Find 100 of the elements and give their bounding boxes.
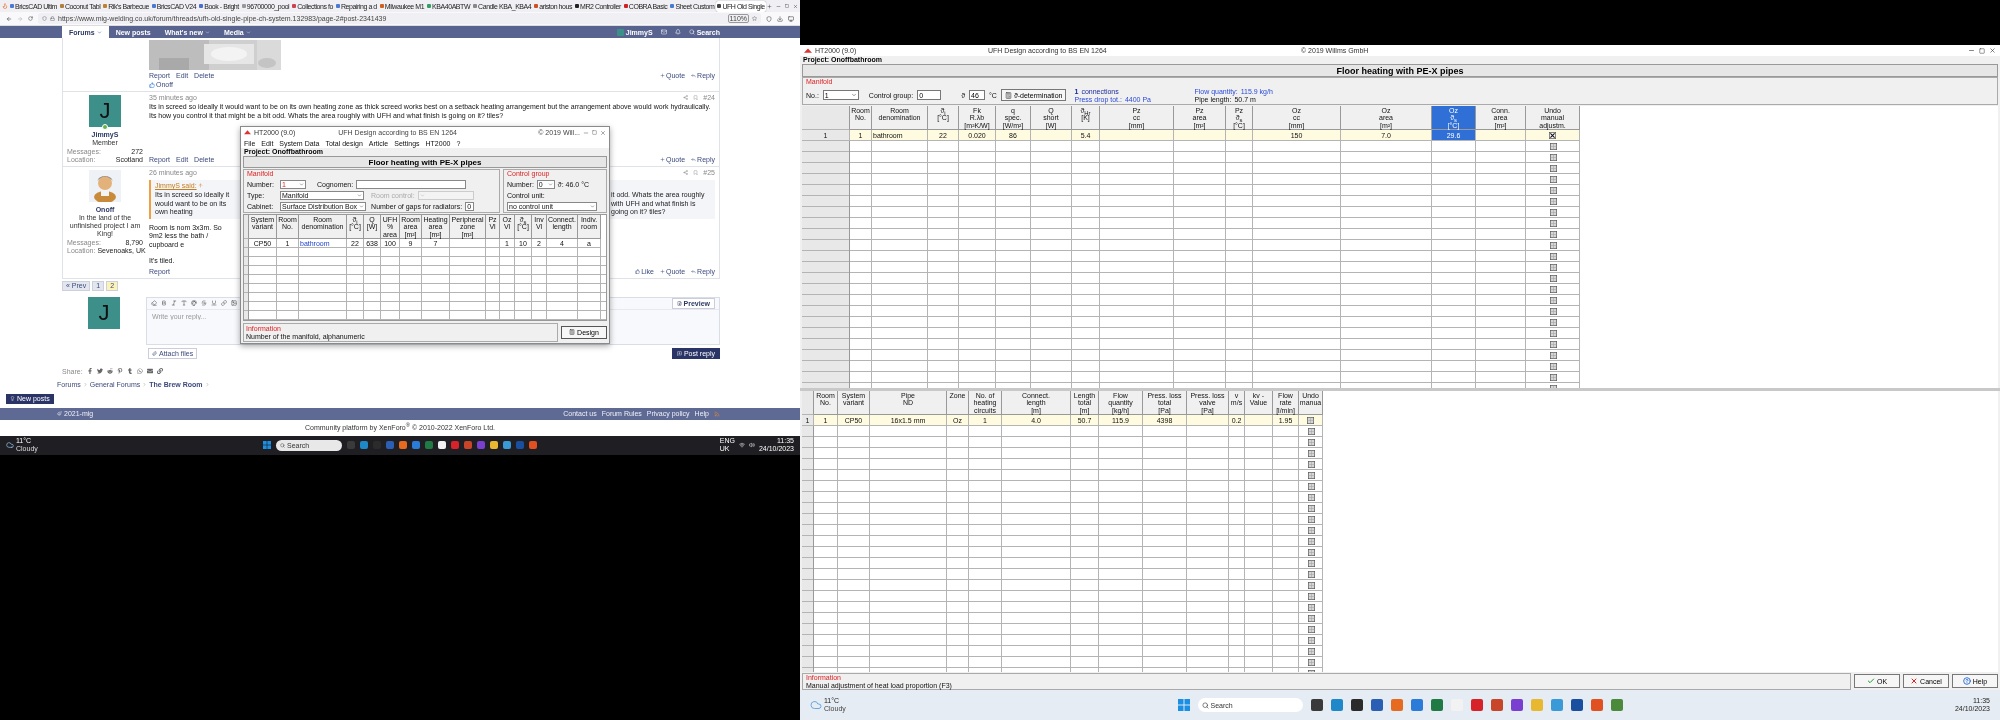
new-tab-icon[interactable] bbox=[766, 3, 772, 9]
reddit-icon[interactable] bbox=[106, 368, 113, 374]
checkbox-icon[interactable] bbox=[1307, 582, 1315, 589]
italic-icon[interactable] bbox=[171, 300, 177, 306]
bell-icon[interactable] bbox=[674, 29, 681, 35]
maximize-icon[interactable] bbox=[785, 4, 789, 8]
checkbox-icon[interactable] bbox=[1549, 341, 1557, 348]
taskbar-app-icon[interactable] bbox=[1310, 699, 1323, 711]
checkbox-icon[interactable] bbox=[1549, 264, 1557, 271]
table-cell[interactable] bbox=[1245, 415, 1273, 426]
palette-icon[interactable] bbox=[191, 300, 197, 306]
maximize-icon[interactable] bbox=[592, 130, 597, 135]
table-cell[interactable] bbox=[1031, 130, 1072, 141]
weather-cloud-icon[interactable] bbox=[6, 441, 14, 449]
checkbox-icon[interactable] bbox=[1307, 527, 1315, 534]
wifi-icon[interactable] bbox=[738, 442, 745, 448]
link-icon[interactable] bbox=[221, 300, 227, 306]
checkbox-icon[interactable] bbox=[1549, 187, 1557, 194]
checkbox-icon[interactable] bbox=[1549, 286, 1557, 293]
link-icon[interactable] bbox=[156, 368, 163, 374]
checkbox-icon[interactable] bbox=[1549, 253, 1557, 260]
twitter-icon[interactable] bbox=[96, 368, 103, 374]
checkbox-icon[interactable] bbox=[1307, 494, 1315, 501]
checkbox-icon[interactable] bbox=[1549, 165, 1557, 172]
checkbox-icon[interactable] bbox=[1549, 198, 1557, 205]
facebook-icon[interactable] bbox=[86, 368, 93, 374]
maximize-icon[interactable] bbox=[1979, 47, 1985, 54]
checkbox-icon[interactable] bbox=[1549, 352, 1557, 359]
checkbox-icon[interactable] bbox=[1307, 450, 1315, 457]
table-cell[interactable] bbox=[486, 239, 500, 248]
close-icon[interactable] bbox=[1989, 47, 1996, 54]
checkbox-icon[interactable] bbox=[1549, 330, 1557, 337]
cognomen-field[interactable] bbox=[356, 179, 467, 189]
checkbox-icon[interactable] bbox=[1549, 297, 1557, 304]
checkbox-icon[interactable] bbox=[1549, 275, 1557, 282]
checkbox-icon[interactable] bbox=[1307, 560, 1315, 567]
table-cell[interactable] bbox=[1187, 415, 1229, 426]
underline-icon[interactable] bbox=[211, 300, 217, 306]
checkbox-icon[interactable] bbox=[1549, 363, 1557, 370]
checkbox-icon[interactable] bbox=[1307, 483, 1315, 490]
checkbox-icon[interactable] bbox=[1549, 143, 1557, 150]
mail-icon[interactable] bbox=[660, 29, 667, 35]
table-cell[interactable] bbox=[1174, 130, 1226, 141]
checkbox-icon[interactable] bbox=[1549, 220, 1557, 227]
strikethrough-icon[interactable] bbox=[201, 300, 207, 306]
taskbar-app-icon[interactable] bbox=[1510, 699, 1523, 711]
back-icon[interactable] bbox=[6, 15, 12, 22]
minimize-icon[interactable] bbox=[1968, 47, 1975, 54]
checkbox-icon[interactable] bbox=[1307, 472, 1315, 479]
download-icon[interactable] bbox=[777, 15, 783, 22]
table-cell[interactable] bbox=[1100, 130, 1174, 141]
weather-cloud-icon[interactable] bbox=[810, 699, 822, 711]
checkbox-icon[interactable] bbox=[1549, 308, 1557, 315]
image-icon[interactable] bbox=[231, 300, 237, 306]
checkbox-icon[interactable] bbox=[1307, 439, 1315, 446]
pinterest-icon[interactable] bbox=[116, 368, 123, 374]
checkbox-icon[interactable] bbox=[1549, 209, 1557, 216]
checkbox-icon[interactable] bbox=[1549, 231, 1557, 238]
taskbar-app-icon[interactable] bbox=[1570, 699, 1583, 711]
checkbox-icon[interactable] bbox=[1307, 571, 1315, 578]
checkbox-icon[interactable] bbox=[1307, 637, 1315, 644]
windows-start-icon[interactable] bbox=[1177, 699, 1190, 711]
row-header[interactable] bbox=[244, 239, 249, 248]
eraser-icon[interactable] bbox=[151, 300, 157, 306]
volume-icon[interactable] bbox=[748, 442, 755, 448]
checkbox-icon[interactable] bbox=[1307, 505, 1315, 512]
checkbox-icon[interactable] bbox=[1307, 604, 1315, 611]
mail-icon[interactable] bbox=[146, 368, 153, 374]
taskbar-app-icon[interactable] bbox=[1370, 699, 1383, 711]
checkbox[interactable] bbox=[1307, 416, 1314, 424]
checkbox-icon[interactable] bbox=[1307, 549, 1315, 556]
checkbox-icon[interactable] bbox=[1307, 461, 1315, 468]
checkbox-icon[interactable] bbox=[1307, 538, 1315, 545]
checkbox-icon[interactable] bbox=[1549, 154, 1557, 161]
table-cell[interactable] bbox=[1476, 130, 1526, 141]
checkbox-icon[interactable] bbox=[1307, 659, 1315, 666]
checkbox-icon[interactable] bbox=[1549, 176, 1557, 183]
checkbox-icon[interactable] bbox=[1307, 516, 1315, 523]
bookmark-star-icon[interactable] bbox=[752, 16, 757, 21]
checkbox-icon[interactable] bbox=[1307, 593, 1315, 600]
table-cell[interactable] bbox=[450, 239, 486, 248]
text-size-icon[interactable] bbox=[181, 300, 187, 306]
user-avatar[interactable]: J bbox=[89, 95, 121, 127]
checkbox-icon[interactable] bbox=[1549, 319, 1557, 326]
taskbar-app-icon[interactable] bbox=[1350, 699, 1363, 711]
bold-icon[interactable] bbox=[161, 300, 167, 306]
minimize-icon[interactable] bbox=[776, 3, 781, 9]
checkbox-icon[interactable] bbox=[1307, 615, 1315, 622]
table-cell[interactable] bbox=[1226, 130, 1253, 141]
close-icon[interactable] bbox=[793, 3, 798, 9]
checkbox-icon[interactable] bbox=[1307, 428, 1315, 435]
whatsapp-icon[interactable] bbox=[136, 368, 143, 374]
checkbox-icon[interactable] bbox=[1549, 242, 1557, 249]
tumblr-icon[interactable] bbox=[126, 368, 133, 374]
close-icon[interactable] bbox=[600, 129, 606, 136]
windows-start-icon[interactable] bbox=[263, 441, 271, 449]
checkbox-icon[interactable] bbox=[1549, 374, 1557, 381]
reload-icon[interactable] bbox=[28, 16, 33, 21]
checkbox[interactable] bbox=[1549, 131, 1556, 139]
checkbox-icon[interactable] bbox=[1307, 626, 1315, 633]
